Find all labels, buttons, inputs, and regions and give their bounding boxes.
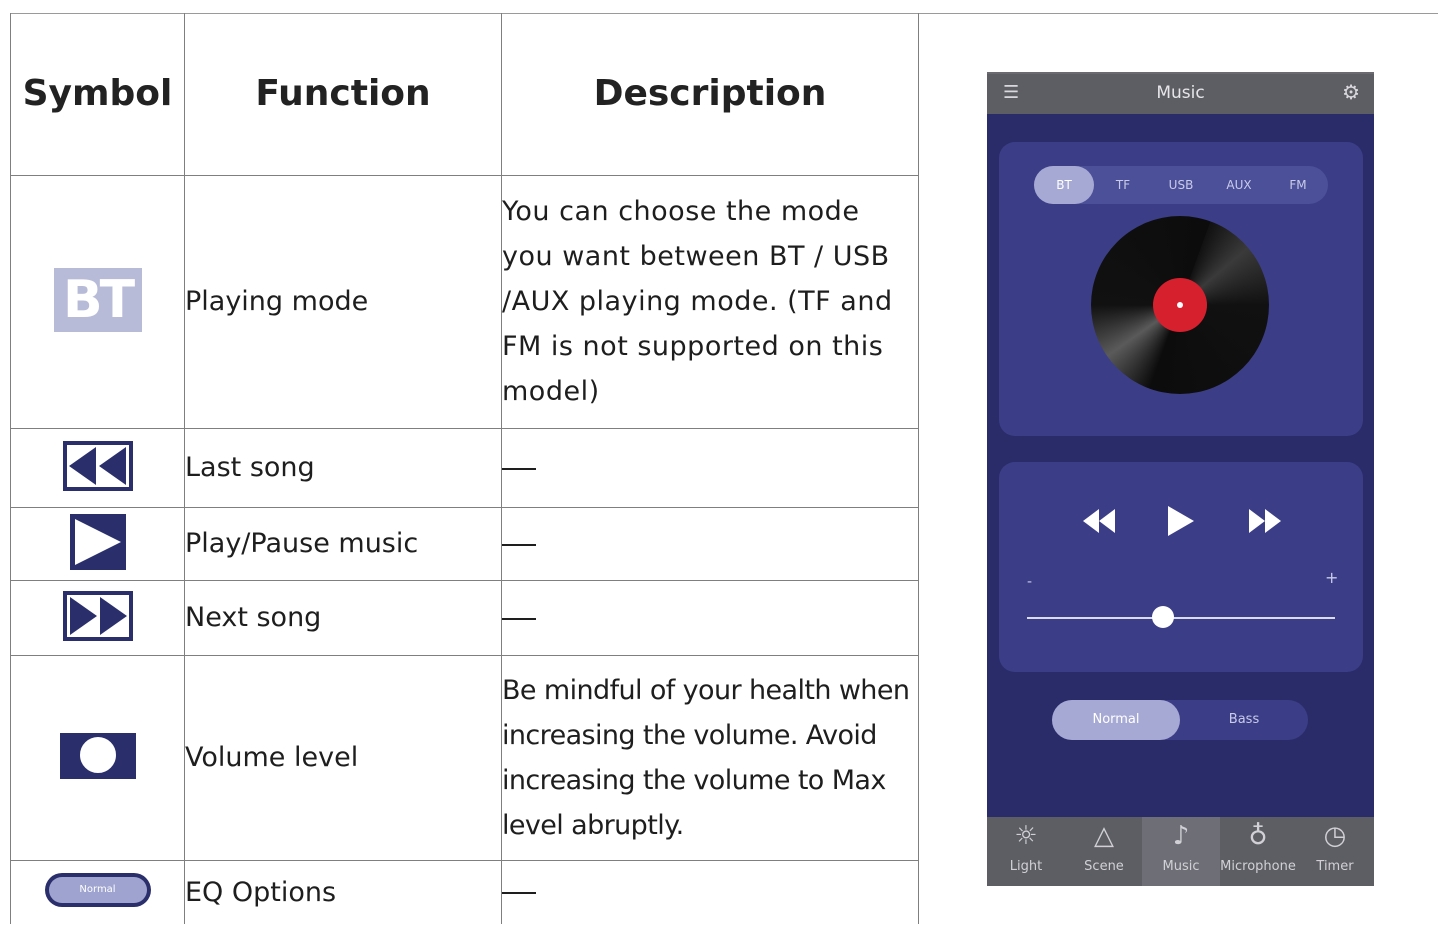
gear-icon[interactable]: ⚙ <box>1342 82 1360 102</box>
symbol-cell <box>10 579 185 656</box>
symbol-cell <box>10 654 185 861</box>
play-button[interactable] <box>1166 504 1196 538</box>
previous-icon <box>62 440 133 491</box>
bottom-tab-bar: ☼ Light △ Scene ♪ Music ♁ Microphone ◷ T… <box>987 817 1374 886</box>
tab-microphone[interactable]: ♁ Microphone <box>1219 817 1297 886</box>
next-icon <box>62 590 133 641</box>
mode-bt[interactable]: BT <box>1034 166 1094 204</box>
mode-usb[interactable]: USB <box>1151 166 1211 204</box>
table-row: Last song <box>10 427 919 508</box>
function-cell: Playing mode <box>184 174 502 429</box>
mode-selector: BT TF USB AUX FM <box>1034 166 1328 204</box>
symbol-cell: BT <box>10 174 185 429</box>
volume-min-label: - <box>1027 574 1033 590</box>
app-title: Music <box>1156 83 1205 103</box>
table-row: Volume level Be mindful of your health w… <box>10 654 919 861</box>
empty-dash <box>502 467 536 470</box>
lightbulb-icon: ☼ <box>1014 821 1038 851</box>
play-icon <box>69 513 126 570</box>
tab-timer[interactable]: ◷ Timer <box>1296 817 1374 886</box>
symbol-cell <box>10 506 185 581</box>
phone-screenshot: ☰ Music ⚙ BT TF USB AUX FM - + Normal Ba… <box>987 72 1374 886</box>
table-row: BT Playing mode You can choose the mode … <box>10 174 919 429</box>
bt-icon-text: BT <box>62 269 135 330</box>
volume-track[interactable] <box>1027 617 1335 619</box>
empty-dash <box>502 892 536 895</box>
tab-label: Light <box>1009 859 1043 874</box>
tab-light[interactable]: ☼ Light <box>987 817 1065 886</box>
function-cell: EQ Options <box>184 859 502 924</box>
eq-toggle: Normal Bass <box>1052 700 1308 740</box>
playback-card: - + <box>999 462 1363 672</box>
header-description: Description <box>501 13 919 176</box>
tab-music[interactable]: ♪ Music <box>1142 817 1220 886</box>
volume-thumb[interactable] <box>1151 606 1174 628</box>
mode-fm[interactable]: FM <box>1268 166 1328 204</box>
function-cell: Volume level <box>184 654 502 861</box>
tab-scene[interactable]: △ Scene <box>1065 817 1143 886</box>
table-row: Next song <box>10 579 919 656</box>
volume-max-label: + <box>1325 568 1339 587</box>
music-note-icon: ♪ <box>1172 821 1190 851</box>
header-symbol: Symbol <box>10 13 185 176</box>
record-spindle <box>1177 302 1183 308</box>
volume-knob <box>77 734 118 775</box>
eq-bass-button[interactable]: Bass <box>1180 700 1308 740</box>
eq-icon-label: Normal <box>48 877 147 904</box>
function-cell: Last song <box>184 427 502 508</box>
function-cell: Next song <box>184 579 502 656</box>
symbol-cell: Normal <box>10 859 185 924</box>
app-top-bar: ☰ Music ⚙ <box>987 74 1374 114</box>
volume-slider-icon <box>59 732 136 779</box>
function-table: Symbol Function Description BT Playing m… <box>10 13 919 924</box>
microphone-icon: ♁ <box>1248 821 1268 851</box>
bt-mode-icon: BT <box>53 267 142 332</box>
tab-label: Microphone <box>1220 859 1296 874</box>
description-cell <box>501 859 919 924</box>
tab-label: Scene <box>1084 859 1124 874</box>
symbol-cell <box>10 427 185 508</box>
mode-aux[interactable]: AUX <box>1209 166 1269 204</box>
table-row: Play/Pause music <box>10 506 919 581</box>
description-cell <box>501 506 919 581</box>
previous-button[interactable] <box>1081 506 1117 536</box>
empty-dash <box>502 617 536 620</box>
empty-dash <box>502 543 536 546</box>
tab-label: Timer <box>1316 859 1354 874</box>
function-cell: Play/Pause music <box>184 506 502 581</box>
description-cell: Be mindful of your health when increasin… <box>501 654 919 861</box>
clock-icon: ◷ <box>1323 821 1347 851</box>
source-card: BT TF USB AUX FM <box>999 142 1363 436</box>
mountain-icon: △ <box>1094 821 1114 851</box>
next-button[interactable] <box>1247 506 1283 536</box>
description-cell <box>501 579 919 656</box>
description-cell <box>501 427 919 508</box>
table-row: Normal EQ Options <box>10 859 919 924</box>
header-function: Function <box>184 13 502 176</box>
table-header-row: Symbol Function Description <box>10 13 919 176</box>
vinyl-record-icon <box>1091 216 1269 394</box>
eq-normal-button[interactable]: Normal <box>1052 700 1180 740</box>
eq-normal-icon: Normal <box>44 873 151 908</box>
mode-tf[interactable]: TF <box>1093 166 1153 204</box>
description-cell: You can choose the mode you want between… <box>501 174 919 429</box>
tab-label: Music <box>1162 859 1200 874</box>
